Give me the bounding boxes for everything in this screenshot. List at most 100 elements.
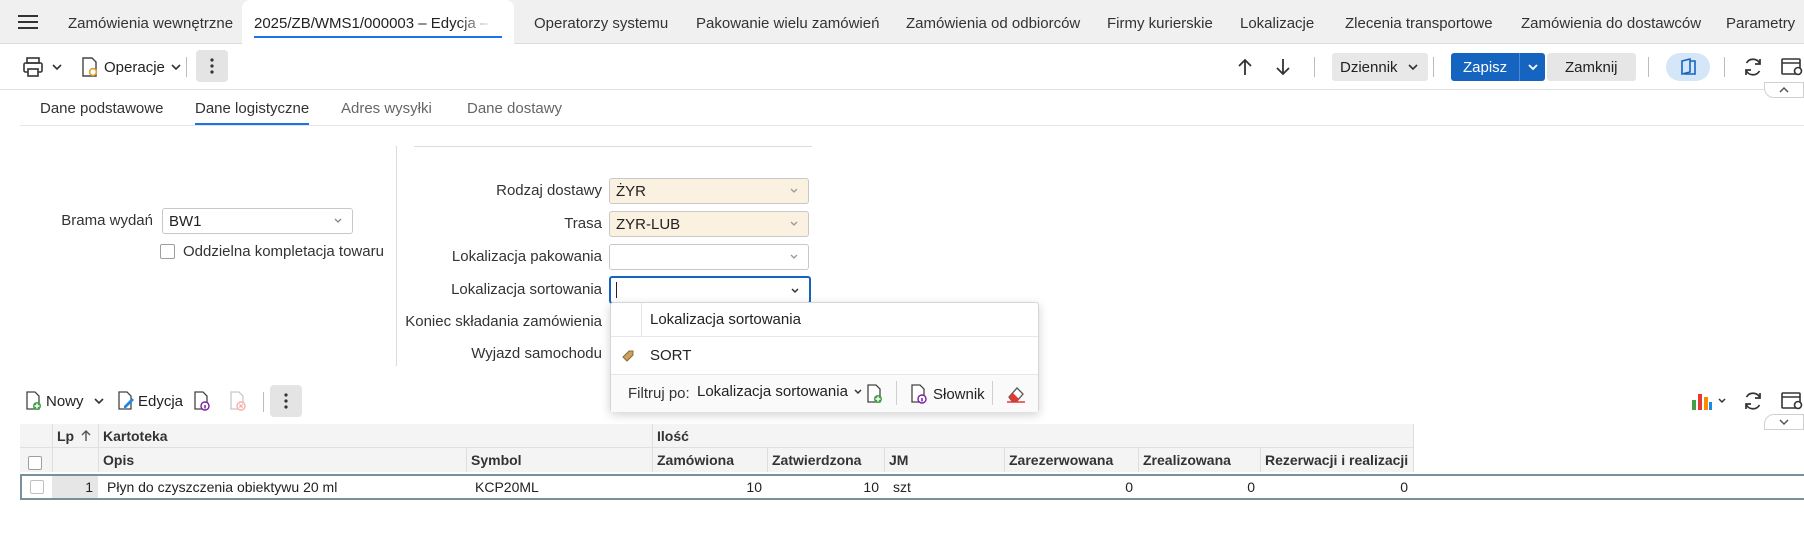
save-options-button[interactable] <box>1519 53 1545 81</box>
column-header-symbol[interactable]: Symbol <box>466 448 522 472</box>
tab-locations[interactable]: Lokalizacje <box>1240 0 1314 44</box>
route-label: Trasa <box>564 215 602 232</box>
cell-opis: Płyn do czyszczenia obiektywu 20 ml <box>107 479 338 495</box>
separate-picking-checkbox[interactable] <box>160 244 175 259</box>
cell-zamowiona: 10 <box>746 479 762 495</box>
column-header-lp-label: Lp <box>57 428 75 444</box>
row-checkbox[interactable] <box>30 480 44 494</box>
vehicle-departure-label: Wyjazd samochodu <box>471 345 602 362</box>
dropdown-column-header: Lokalizacja sortowania <box>641 303 801 337</box>
delivery-type-value: ŻYR <box>616 183 646 200</box>
chevron-down-icon <box>790 188 798 193</box>
tab-customer-orders[interactable]: Zamówienia od odbiorców <box>906 0 1080 44</box>
column-header-opis[interactable]: Opis <box>98 448 134 472</box>
route-value: ZYR-LUB <box>616 216 681 233</box>
tab-system-operators[interactable]: Operatorzy systemu <box>534 0 668 44</box>
section-tabs: Dane podstawowe Dane logistyczne Adres w… <box>20 92 1804 126</box>
next-record-button[interactable] <box>1274 51 1292 83</box>
filter-field-select[interactable]: Lokalizacja sortowania <box>697 383 864 400</box>
window-settings-button[interactable] <box>1780 51 1804 83</box>
window-gear-icon <box>1781 58 1803 76</box>
separate-picking-label: Oddzielna kompletacja towaru <box>183 243 384 260</box>
tab-order-edit[interactable]: 2025/ZB/WMS1/000003 – Edycja – Zamówieni… <box>242 0 514 44</box>
chevron-down-icon <box>52 64 62 71</box>
delete-item-button[interactable] <box>228 386 248 416</box>
grid-settings-button[interactable] <box>1780 386 1804 416</box>
toolbar-separator <box>1648 57 1649 77</box>
edit-item-label: Edycja <box>138 392 184 410</box>
gate-select[interactable]: BW1 <box>162 208 353 234</box>
book-panel-icon <box>1681 57 1696 76</box>
window-gear-icon <box>1781 392 1803 410</box>
chevron-down-icon <box>171 64 181 71</box>
new-item-button[interactable]: Nowy <box>24 386 106 416</box>
order-items-grid: Lp Kartoteka Ilość Opis Symbol Zamówiona… <box>20 424 1804 504</box>
active-tab-indicator <box>254 36 502 38</box>
filter-value: Lokalizacja sortowania <box>697 383 848 400</box>
tab-supplier-orders[interactable]: Zamówienia do dostawców <box>1521 0 1701 44</box>
chevron-down-icon <box>93 398 104 405</box>
cell-lp: 1 <box>85 479 93 495</box>
eraser-icon <box>1007 387 1025 403</box>
edit-item-button[interactable]: Edycja <box>116 386 183 416</box>
tab-delivery-data[interactable]: Dane dostawy <box>467 100 562 117</box>
operations-button[interactable]: Operacje <box>80 51 183 83</box>
tab-shipping-address[interactable]: Adres wysyłki <box>341 100 432 117</box>
journal-dropdown[interactable]: Dziennik <box>1332 53 1428 81</box>
tab-multi-order-packing[interactable]: Pakowanie wielu zamówień <box>696 0 879 44</box>
document-add-icon <box>867 384 882 403</box>
tab-basic-data[interactable]: Dane podstawowe <box>40 100 163 117</box>
column-header-zamowiona[interactable]: Zamówiona <box>652 448 734 472</box>
tab-logistics-data[interactable]: Dane logistyczne <box>195 100 310 125</box>
sorting-location-input[interactable] <box>609 276 811 304</box>
column-header-kartoteka[interactable]: Kartoteka <box>98 424 168 448</box>
refresh-button[interactable] <box>1742 51 1764 83</box>
document-edit-icon <box>118 391 134 410</box>
document-gear-icon <box>82 57 98 77</box>
select-all-checkbox[interactable] <box>28 456 42 470</box>
column-header-zarezerwowana[interactable]: Zarezerwowana <box>1004 448 1113 472</box>
tab-parameters[interactable]: Parametry <box>1726 0 1795 44</box>
chevron-down-icon <box>1528 64 1538 71</box>
column-header-rezerwacji-i-realizacji[interactable]: Rezerwacji i realizacji <box>1260 448 1408 472</box>
column-header-jm[interactable]: JM <box>884 448 908 472</box>
more-options-button[interactable] <box>196 50 228 82</box>
previous-record-button[interactable] <box>1236 51 1254 83</box>
add-new-item-button[interactable] <box>865 383 885 408</box>
window-tab-bar: Zamówienia wewnętrzne 2025/ZB/WMS1/00000… <box>0 0 1804 44</box>
print-button[interactable] <box>22 51 64 83</box>
column-header-zrealizowana[interactable]: Zrealizowana <box>1138 448 1231 472</box>
packing-location-select[interactable] <box>609 244 809 270</box>
delivery-type-label: Rodzaj dostawy <box>496 182 602 199</box>
chevron-down-icon <box>790 254 798 259</box>
toolbar-separator <box>1433 57 1434 77</box>
gate-label: Brama wydań <box>61 212 153 229</box>
grid-refresh-button[interactable] <box>1742 386 1764 416</box>
grid-more-options-button[interactable] <box>270 385 302 417</box>
column-header-zatwierdzona[interactable]: Zatwierdzona <box>767 448 861 472</box>
table-row[interactable]: 1 Płyn do czyszczenia obiektywu 20 ml KC… <box>20 474 1804 500</box>
delivery-type-select[interactable]: ŻYR <box>609 178 809 204</box>
dictionary-label: Słownik <box>933 385 985 403</box>
save-button[interactable]: Zapisz <box>1451 53 1546 81</box>
new-item-label: Nowy <box>46 392 84 410</box>
text-caret <box>616 282 617 299</box>
panel-toggle-button[interactable] <box>1666 53 1710 81</box>
dropdown-option[interactable]: SORT <box>611 341 1038 371</box>
dictionary-button[interactable]: Słownik <box>909 383 985 405</box>
tab-courier-companies[interactable]: Firmy kurierskie <box>1107 0 1213 44</box>
item-info-button[interactable] <box>192 386 212 416</box>
column-header-ilosc[interactable]: Ilość <box>652 424 689 448</box>
chevron-down-icon <box>791 288 799 294</box>
hamburger-menu-icon[interactable] <box>16 12 40 32</box>
chart-button[interactable] <box>1690 386 1728 416</box>
packing-location-label: Lokalizacja pakowania <box>451 248 602 265</box>
operations-label: Operacje <box>104 58 165 76</box>
toolbar-separator <box>186 57 187 77</box>
close-button[interactable]: Zamknij <box>1547 53 1636 81</box>
clear-filter-button[interactable] <box>1005 384 1027 407</box>
route-select[interactable]: ZYR-LUB <box>609 211 809 237</box>
column-header-lp[interactable]: Lp <box>52 424 98 448</box>
tab-internal-orders[interactable]: Zamówienia wewnętrzne <box>68 0 233 44</box>
tab-transport-orders[interactable]: Zlecenia transportowe <box>1345 0 1493 44</box>
